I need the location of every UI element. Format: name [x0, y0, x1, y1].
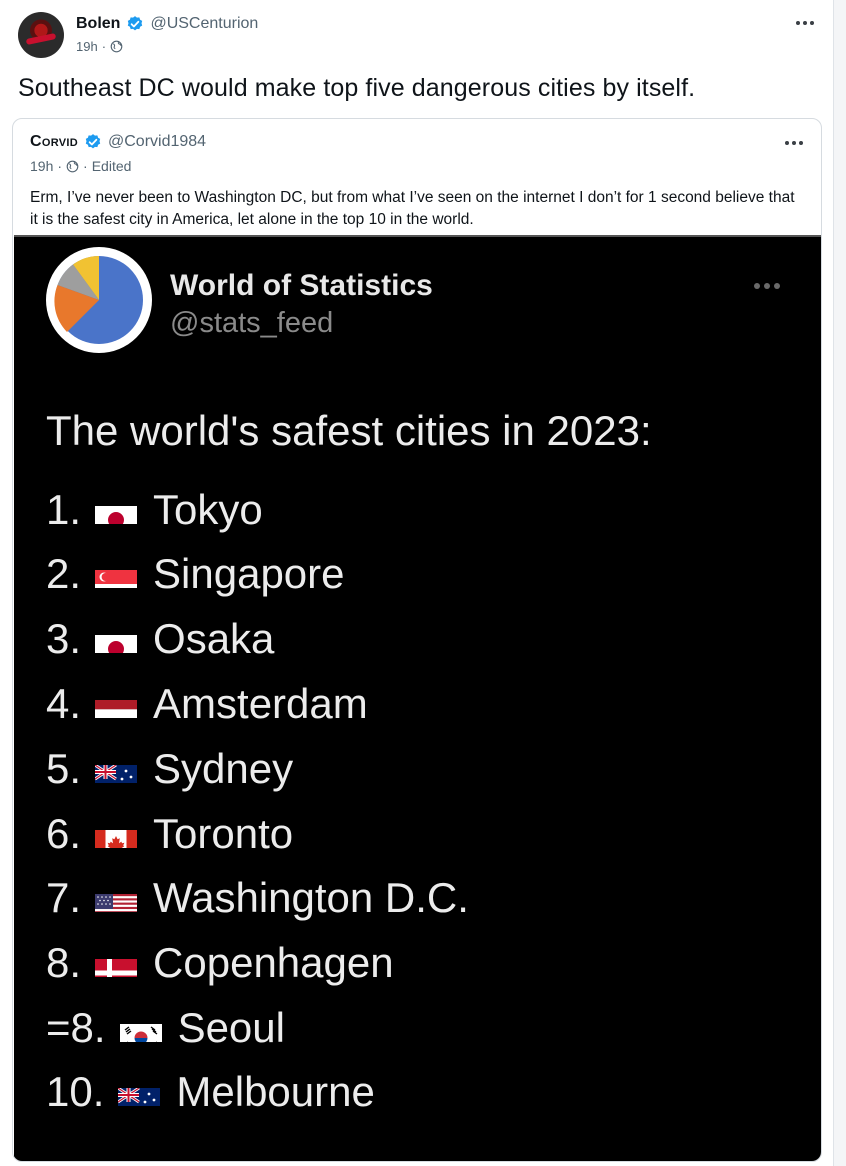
globe-icon [66, 160, 79, 173]
verified-badge-icon [84, 133, 102, 151]
netherlands-flag-icon [95, 690, 138, 718]
rank-city: Tokyo [153, 486, 263, 533]
pie-chart-avatar-icon [46, 247, 152, 353]
post-time[interactable]: 19h [76, 39, 98, 54]
author-handle[interactable]: @USCenturion [150, 15, 258, 33]
canada-flag-icon [95, 820, 138, 848]
rank-city: Copenhagen [153, 939, 394, 986]
rank-number: 2. [46, 550, 82, 597]
quote-author-handle[interactable]: @Corvid1984 [108, 133, 206, 151]
more-options-icon [754, 283, 780, 289]
edited-label[interactable]: Edited [92, 158, 132, 174]
australia-flag-icon [95, 755, 138, 783]
post-meta: 19h · [76, 39, 123, 54]
rank-city: Toronto [153, 810, 294, 857]
usa-flag-icon [95, 884, 138, 912]
japan-flag-icon [95, 496, 138, 524]
author-row: Bolen @USCenturion [76, 15, 258, 33]
verified-badge-icon [126, 15, 144, 33]
rank-city: Sydney [153, 745, 294, 792]
meta-separator: · [57, 158, 63, 174]
rank-number: 1. [46, 486, 82, 533]
rank-number: 6. [46, 810, 82, 857]
image-account-handle: @stats_feed [170, 307, 334, 339]
rank-number: 10. [46, 1068, 105, 1115]
meta-separator: · [83, 158, 88, 174]
rank-number: =8. [46, 1004, 106, 1051]
australia-flag-icon [118, 1078, 161, 1106]
image-heading: The world's safest cities in 2023: [46, 407, 652, 454]
scrollbar-track[interactable] [834, 0, 846, 1166]
rank-number: 4. [46, 680, 82, 727]
quote-image[interactable]: World of Statistics @stats_feed The worl… [14, 235, 821, 1161]
quote-meta: 19h · · Edited [30, 158, 131, 174]
rank-row: 10. Melbourne [46, 1067, 375, 1117]
quote-text: Erm, I’ve never been to Washington DC, b… [30, 189, 795, 228]
rank-row: 7. Washington D.C. [46, 873, 469, 923]
rank-row: 1. Tokyo [46, 485, 263, 535]
author-name[interactable]: Bolen [76, 15, 120, 33]
post-text: Southeast DC would make top five dangero… [18, 74, 696, 102]
rank-city: Singapore [153, 550, 345, 597]
rank-number: 5. [46, 745, 82, 792]
quote-time[interactable]: 19h [30, 158, 53, 174]
rank-row: 3. Osaka [46, 614, 274, 664]
author-avatar[interactable] [18, 12, 64, 58]
rank-city: Washington D.C. [153, 874, 469, 921]
rank-row: 4. Amsterdam [46, 679, 368, 729]
rank-row: 2. Singapore [46, 549, 345, 599]
rank-row: 8. Copenhagen [46, 938, 394, 988]
rank-number: 3. [46, 615, 82, 662]
more-options-icon[interactable] [796, 21, 814, 25]
rank-row: 6. Toronto [46, 809, 293, 859]
rank-city: Melbourne [176, 1068, 375, 1115]
quote-author-name[interactable]: Corvid [30, 133, 78, 151]
denmark-flag-icon [95, 949, 138, 977]
rank-city: Amsterdam [153, 680, 368, 727]
rank-row: 5. Sydney [46, 744, 293, 794]
singapore-flag-icon [95, 560, 138, 588]
rank-city: Osaka [153, 615, 275, 662]
rank-city: Seoul [177, 1004, 285, 1051]
quoted-post[interactable]: Corvid @Corvid1984 19h · · Edited Erm, I… [12, 118, 822, 1162]
south-korea-flag-icon [119, 1014, 162, 1042]
globe-icon [110, 40, 123, 53]
meta-separator: · [101, 39, 107, 54]
post-page: Bolen @USCenturion 19h · Southeast DC wo… [0, 0, 834, 1166]
rank-number: 7. [46, 874, 82, 921]
japan-flag-icon [95, 625, 138, 653]
image-account-name: World of Statistics [170, 269, 433, 302]
rank-row: =8. Seoul [46, 1003, 285, 1053]
rank-number: 8. [46, 939, 82, 986]
quote-author-row: Corvid @Corvid1984 [30, 133, 206, 151]
more-options-icon[interactable] [785, 141, 803, 145]
